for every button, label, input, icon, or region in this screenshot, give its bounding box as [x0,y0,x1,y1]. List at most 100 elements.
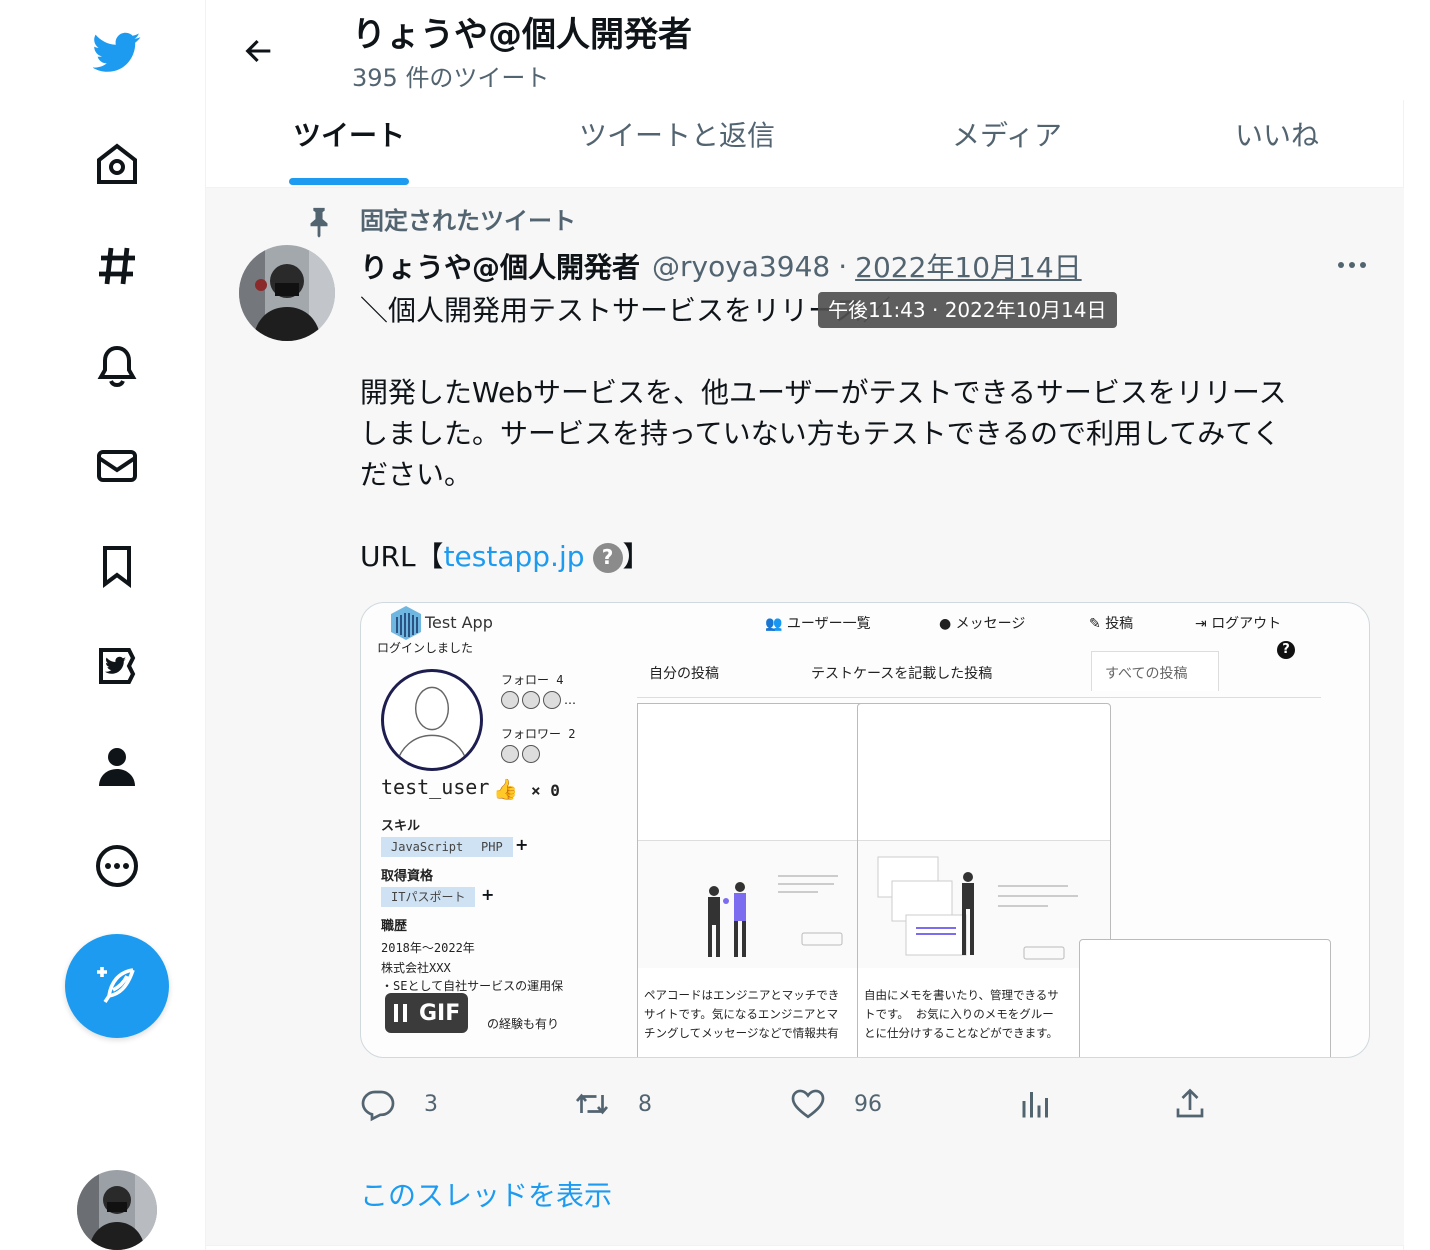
more-dots-icon [1338,262,1366,268]
compose-quill-icon [97,967,135,1003]
show-thread-link[interactable]: このスレッドを表示 [360,1176,612,1216]
reply-button[interactable]: 3 [360,1084,438,1124]
modal-card [1079,939,1331,1057]
app-nav-users: 👥 ユーザー一覧 [765,616,871,632]
post-card-screenshot [638,840,860,968]
login-message: ログインしました [377,641,474,655]
notifications-bell-icon[interactable] [87,336,147,396]
post-card-text: 自由にメモを書いたり、管理できるサ トです。 お気に入りのメモをグルー とに仕分… [864,988,1059,1040]
share-upload-icon [1176,1088,1204,1118]
follow-avatars: … [501,689,576,709]
retweet-button[interactable]: 8 [574,1084,652,1124]
more-options-button[interactable] [1332,250,1372,280]
post-card: 自由にメモを書いたり、管理できるサ トです。 お気に入りのメモをグルー とに仕分… [857,703,1111,1057]
explore-hashtag-icon[interactable] [87,236,147,296]
thumbs-up-icon: 👍 [493,777,518,801]
career-desc: ・SEとして自社サービスの運用保 [381,979,564,993]
tweet-header: りょうや@個人開発者 @ryoya3948 · 2022年10月14日 [360,246,1082,286]
reply-count: 3 [424,1091,438,1117]
profile-header: りょうや@個人開発者 395 件のツイート [206,0,1404,100]
main-column: りょうや@個人開発者 395 件のツイート ツイート ツイートと返信 メディア … [206,0,1404,1250]
analytics-button[interactable] [1018,1084,1054,1124]
tweet-line: ださい。 [360,458,473,491]
app-title: Test App [425,613,493,632]
retweet-count: 8 [638,1091,652,1117]
arrow-left-icon [245,39,271,63]
app-tab-my-posts: 自分の投稿 [649,666,719,682]
profile-title: りょうや@個人開発者 [352,15,692,55]
tab-likes[interactable]: いいね [1232,100,1322,188]
profile-tabs: ツイート ツイートと返信 メディア いいね [206,100,1404,188]
app-tab-testcase-posts: テストケースを記載した投稿 [811,666,993,682]
help-icon: ? [1277,641,1295,659]
url-line: URL【testapp.jp?】 [360,536,1360,577]
bookmarks-icon[interactable] [87,536,147,596]
pinned-tweet[interactable]: 固定されたツイート りょうや@個人開発者 @ryoya3948 · 2022年1… [206,188,1404,1246]
author-name[interactable]: りょうや@個人開発者 [360,246,640,286]
tweet-line: 開発したWebサービスを、他ユーザーがテストできるサービスをリリース [360,376,1287,409]
retweet-icon [575,1093,609,1115]
gif-badge[interactable]: GIF [385,993,469,1033]
profile-person-icon[interactable] [87,736,147,796]
app-nav-post: ✎ 投稿 [1089,616,1134,632]
pinned-label: 固定されたツイート [360,207,576,235]
skills-label: スキル [381,819,421,834]
skill-tag: PHP [471,837,513,857]
career-company: 株式会社XXX [381,961,451,975]
home-icon[interactable] [87,134,147,194]
tweet-date-link[interactable]: 2022年10月14日 [855,246,1082,286]
active-tab-indicator [289,178,409,185]
app-tab-all-posts: すべての投稿 [1105,666,1188,682]
analytics-bars-icon [1022,1092,1048,1118]
tab-divider [637,697,1321,698]
twitter-blue-icon[interactable] [87,636,147,696]
app-username: test_user [381,775,490,799]
url-suffix: 】 [622,540,651,573]
tweet-media-gif[interactable]: Test App ログインしました 👥 ユーザー一覧 ● メッセージ ✎ 投稿 … [360,602,1370,1058]
left-nav [0,0,206,1250]
back-button[interactable] [236,28,282,74]
twitter-logo-icon[interactable] [87,22,147,82]
author-handle[interactable]: @ryoya3948 [652,250,830,283]
heart-icon [791,1089,825,1119]
url-prefix: URL【 [360,540,444,573]
account-avatar[interactable] [77,1170,157,1250]
more-circle-icon[interactable] [87,836,147,896]
career-label: 職歴 [381,919,408,934]
url-link[interactable]: testapp.jp [444,540,585,573]
messages-envelope-icon[interactable] [87,436,147,496]
post-card-text: ペアコードはエンジニアとマッチでき サイトです。気になるエンジニアとマ チングし… [644,988,840,1040]
tweet-text: ＼個人開発用テストサービスをリリース／ 開発したWebサービスを、他ユーザーがテ… [360,290,1360,577]
chat-bubble-icon: ● [939,616,956,632]
post-card-screenshot [858,840,1110,968]
user-avatar-placeholder [381,669,483,771]
compose-tweet-button[interactable] [65,934,169,1038]
like-count: 96 [854,1091,882,1117]
tab-tweets[interactable]: ツイート [289,100,409,188]
logout-icon: ⇥ [1195,616,1212,632]
pin-icon [302,204,336,240]
follower-count: フォロワー 2 [501,727,576,741]
add-skill-icon: + [515,835,529,854]
question-badge-icon: ? [592,542,623,573]
author-avatar[interactable] [239,245,335,341]
tab-tweets-and-replies[interactable]: ツイートと返信 [572,100,782,188]
app-logo-icon [391,606,421,640]
pause-icon [394,1004,407,1022]
app-nav-messages: ● メッセージ [939,616,1026,632]
date-tooltip: 午後11:43 · 2022年10月14日 [818,292,1117,328]
like-button[interactable]: 96 [790,1084,882,1124]
tweet-line: しました。サービスを持っていない方もテストできるので利用してみてく [360,417,1281,450]
follower-avatars [501,743,543,763]
app-nav-logout: ⇥ ログアウト [1195,616,1282,632]
edit-icon: ✎ [1089,616,1106,632]
app-like-count: × 0 [531,781,560,800]
post-card: ペアコードはエンジニアとマッチでき サイトです。気になるエンジニアとマ チングし… [637,703,861,1057]
tab-media[interactable]: メディア [946,100,1068,188]
share-button[interactable] [1172,1084,1208,1124]
cert-label: 取得資格 [381,869,434,884]
cert-tag: ITパスポート [381,887,476,907]
separator-dot: · [838,249,848,283]
tweet-count: 395 件のツイート [352,64,550,92]
users-icon: 👥 [765,616,787,632]
